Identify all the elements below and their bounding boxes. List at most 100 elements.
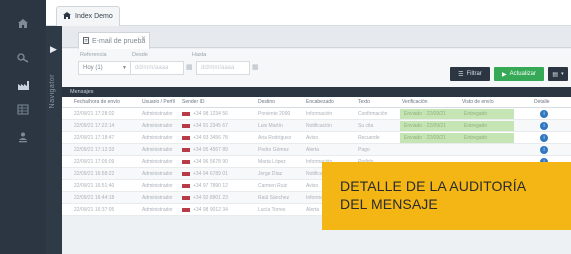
navigator-label[interactable]: Navigator xyxy=(49,74,56,108)
tab-email-de-prueba[interactable]: E-mail de prueba ✕ xyxy=(78,32,150,49)
table-cell-dest: Pedro Gómez xyxy=(258,147,289,153)
column-header[interactable]: Sender ID xyxy=(182,99,205,105)
column-header[interactable]: Verificación xyxy=(402,99,428,105)
close-tab-icon[interactable]: ✕ xyxy=(141,35,146,42)
table-cell-head: Aviso xyxy=(306,135,319,141)
filter-label-reference: Referencia xyxy=(80,52,107,58)
table-cell-user: Administrador xyxy=(142,195,173,201)
table-cell-user: Administrador xyxy=(142,159,173,165)
refresh-button-label: Actualizar xyxy=(509,71,536,77)
delivery-status-text: Entregado xyxy=(464,135,488,141)
table-cell-date: 22/09/21 17:22:14 xyxy=(74,123,115,129)
table-cell-date: 22/09/21 16:44:18 xyxy=(74,195,115,201)
refresh-button[interactable]: ▶ Actualizar xyxy=(494,67,544,81)
date-from-field[interactable]: dd/mm/aaaa xyxy=(130,61,184,75)
delivery-status-cell: Entregado xyxy=(460,133,514,143)
tab-index-demo[interactable]: Index Demo xyxy=(56,6,120,26)
delivery-status-cell: Entregado xyxy=(460,121,514,131)
tab-label: Index Demo xyxy=(75,13,113,20)
country-flag-icon xyxy=(182,208,190,212)
table-icon[interactable] xyxy=(14,100,32,118)
calendar-icon[interactable]: ▦ xyxy=(252,63,259,71)
tools-icon[interactable] xyxy=(14,48,32,66)
table-cell-date: 22/09/21 17:12:33 xyxy=(74,147,115,153)
table-cell-sender: +34 95 4567 89 xyxy=(193,147,228,153)
table-cell-sender: +34 98 9012 34 xyxy=(193,207,228,213)
column-header[interactable]: Texto xyxy=(358,99,370,105)
home-small-icon xyxy=(63,12,71,21)
home-icon[interactable] xyxy=(14,14,32,32)
document-tab-row: E-mail de prueba ✕ xyxy=(62,26,571,49)
table-cell-dest: Carmen Ruiz xyxy=(258,183,288,189)
table-cell-date: 22/09/21 16:58:22 xyxy=(74,171,115,177)
table-cell-date: 22/09/21 17:05:09 xyxy=(74,159,115,165)
column-header[interactable]: Fecha/hora de envío xyxy=(74,99,120,105)
info-icon[interactable]: i xyxy=(540,122,548,130)
date-from-placeholder: dd/mm/aaaa xyxy=(135,65,169,71)
callout-line-1: DETALLE DE LA AUDITORÍA xyxy=(340,178,527,194)
table-cell-head: Información xyxy=(306,111,333,117)
table-cell-user: Administrador xyxy=(142,207,173,213)
country-flag-icon xyxy=(182,148,190,152)
country-flag-icon xyxy=(182,160,190,164)
verification-status-cell: Enviado · 22/09/21 xyxy=(400,109,460,119)
subtab-label: E-mail de prueba xyxy=(92,37,146,45)
table-cell-user: Administrador xyxy=(142,123,173,129)
table-cell-date: 22/09/21 16:37:05 xyxy=(74,207,115,213)
table-cell-text: Su cita xyxy=(358,123,374,129)
audit-detail-callout: DETALLE DE LA AUDITORÍA DEL MENSAJE xyxy=(322,162,571,230)
column-header[interactable]: Destino xyxy=(258,99,275,105)
table-cell-user: Administrador xyxy=(142,183,173,189)
table-row[interactable]: 22/09/21 17:18:47 Administrador +34 93 345… xyxy=(62,132,571,144)
filter-label-from: Desde xyxy=(132,52,148,58)
grid-menu-icon: ▤ xyxy=(552,71,559,78)
calendar-icon[interactable]: ▦ xyxy=(186,63,193,71)
table-row[interactable]: 22/09/21 17:22:14 Administrador +34 91 234… xyxy=(62,120,571,132)
table-cell-sender: +34 94 6789 01 xyxy=(193,171,228,177)
info-icon[interactable]: i xyxy=(540,110,548,118)
table-cell-sender: +34 97 7890 12 xyxy=(193,183,228,189)
user-download-icon[interactable] xyxy=(14,128,32,146)
chevron-down-icon: ▼ xyxy=(122,65,127,71)
table-cell-user: Administrador xyxy=(142,111,173,117)
table-cell-dest: Poniente 2090 xyxy=(258,111,291,117)
table-cell-text: Recuerde xyxy=(358,135,380,141)
verification-status-cell: Enviado · 22/09/21 xyxy=(400,133,460,143)
pin-icon[interactable]: ▶ xyxy=(50,45,57,54)
country-flag-icon xyxy=(182,112,190,116)
column-header[interactable]: Encabezado xyxy=(306,99,334,105)
table-row[interactable]: 22/09/21 17:28:02 Administrador +34 98 123… xyxy=(62,108,571,120)
period-select[interactable]: Hoy (1) ▼ xyxy=(78,61,132,75)
list-icon: ☰ xyxy=(458,71,464,78)
date-to-field[interactable]: dd/mm/aaaa xyxy=(196,61,250,75)
table-cell-user: Administrador xyxy=(142,135,173,141)
play-icon: ▶ xyxy=(502,71,507,78)
info-icon[interactable]: i xyxy=(540,134,548,142)
factory-icon[interactable] xyxy=(14,76,32,94)
table-cell-sender: +34 91 2345 67 xyxy=(193,123,228,129)
table-row[interactable]: 22/09/21 17:12:33 Administrador +34 95 456… xyxy=(62,144,571,156)
table-cell-dest: Jorge Díaz xyxy=(258,171,283,177)
verification-status-text: Enviado · 22/09/21 xyxy=(404,123,446,129)
verification-status-cell: Enviado · 22/09/21 xyxy=(400,121,460,131)
info-icon[interactable]: i xyxy=(540,146,548,154)
table-cell-date: 22/09/21 16:51:40 xyxy=(74,183,115,189)
top-tab-bar: Index Demo xyxy=(46,0,571,26)
table-cell-date: 22/09/21 17:28:02 xyxy=(74,111,115,117)
column-header[interactable]: Visto de envío xyxy=(462,99,494,105)
document-icon xyxy=(83,36,89,46)
results-header: Mensajes xyxy=(62,87,571,97)
column-header[interactable]: Detalle xyxy=(534,99,550,105)
chevron-down-icon: ▾ xyxy=(561,71,564,77)
table-cell-dest: Marta López xyxy=(258,159,286,165)
table-cell-user: Administrador xyxy=(142,147,173,153)
more-options-button[interactable]: ▤ ▾ xyxy=(548,67,568,81)
filter-button[interactable]: ☰ Filtrar xyxy=(450,67,490,81)
table-header: Fecha/hora de envío Usuario / Perfil Sende… xyxy=(62,97,571,108)
column-header[interactable]: Usuario / Perfil xyxy=(142,99,175,105)
country-flag-icon xyxy=(182,184,190,188)
table-cell-sender: +34 93 3456 78 xyxy=(193,135,228,141)
verification-status-text: Enviado · 22/09/21 xyxy=(404,135,446,141)
app-window: Index Demo ▶ Navigator E-mail de prueba … xyxy=(0,0,571,254)
country-flag-icon xyxy=(182,172,190,176)
